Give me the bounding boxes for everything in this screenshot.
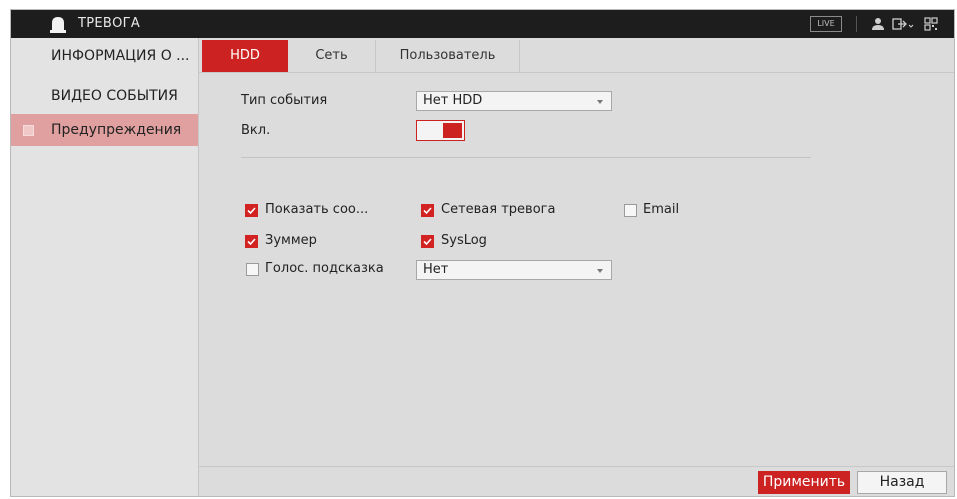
voice-prompt-select[interactable]: Нет [416, 260, 612, 280]
footer-divider [198, 466, 954, 467]
show-message-label: Показать соо... [265, 202, 369, 217]
alarm-bell-icon [50, 17, 66, 33]
voice-prompt-checkbox[interactable] [246, 263, 259, 276]
voice-prompt-value: Нет [423, 262, 449, 277]
sidebar-item-video-events[interactable]: ВИДЕО СОБЫТИЯ [11, 80, 198, 112]
tab-network[interactable]: Сеть [288, 40, 376, 72]
sidebar-item-warnings[interactable]: Предупреждения [11, 114, 198, 146]
live-button[interactable]: LIVE [810, 16, 842, 32]
page-title: ТРЕВОГА [78, 16, 141, 31]
divider [241, 157, 811, 158]
chevron-down-icon [597, 269, 603, 273]
syslog-label: SysLog [441, 233, 487, 248]
chevron-right-icon [23, 125, 34, 136]
logout-icon[interactable] [892, 16, 914, 32]
event-type-select[interactable]: Нет HDD [416, 91, 612, 111]
sidebar: ИНФОРМАЦИЯ О ... ВИДЕО СОБЫТИЯ Предупреж… [11, 38, 199, 496]
top-bar: ТРЕВОГА LIVE [11, 10, 954, 38]
email-label: Email [643, 202, 680, 217]
event-type-value: Нет HDD [423, 93, 483, 108]
sidebar-item-label: ИНФОРМАЦИЯ О ... [51, 48, 190, 64]
voice-prompt-label: Голос. подсказка [265, 261, 384, 276]
buzzer-checkbox[interactable] [245, 235, 258, 248]
sidebar-item-label: Предупреждения [51, 122, 182, 138]
email-checkbox[interactable] [624, 204, 637, 217]
event-type-label: Тип события [241, 93, 328, 108]
user-icon[interactable] [871, 16, 885, 32]
sidebar-item-label: ВИДЕО СОБЫТИЯ [51, 88, 178, 104]
tab-bar: HDD Сеть Пользователь [198, 40, 954, 73]
tab-user[interactable]: Пользователь [376, 40, 520, 72]
network-alarm-label: Сетевая тревога [441, 202, 556, 217]
toolbar-separator [856, 16, 857, 32]
sidebar-item-info[interactable]: ИНФОРМАЦИЯ О ... [11, 40, 198, 72]
apply-button[interactable]: Применить [758, 471, 850, 494]
toggle-knob [443, 123, 462, 138]
tab-hdd[interactable]: HDD [202, 40, 288, 72]
network-alarm-checkbox[interactable] [421, 204, 434, 217]
enable-label: Вкл. [241, 123, 271, 138]
qr-code-icon[interactable] [924, 16, 938, 32]
buzzer-label: Зуммер [265, 233, 317, 248]
back-button[interactable]: Назад [857, 471, 947, 494]
alarm-window: ТРЕВОГА LIVE ИНФОРМАЦИЯ О ... ВИДЕО СОБЫ… [10, 9, 955, 497]
enable-toggle[interactable] [416, 120, 465, 141]
syslog-checkbox[interactable] [421, 235, 434, 248]
chevron-down-icon [597, 100, 603, 104]
show-message-checkbox[interactable] [245, 204, 258, 217]
